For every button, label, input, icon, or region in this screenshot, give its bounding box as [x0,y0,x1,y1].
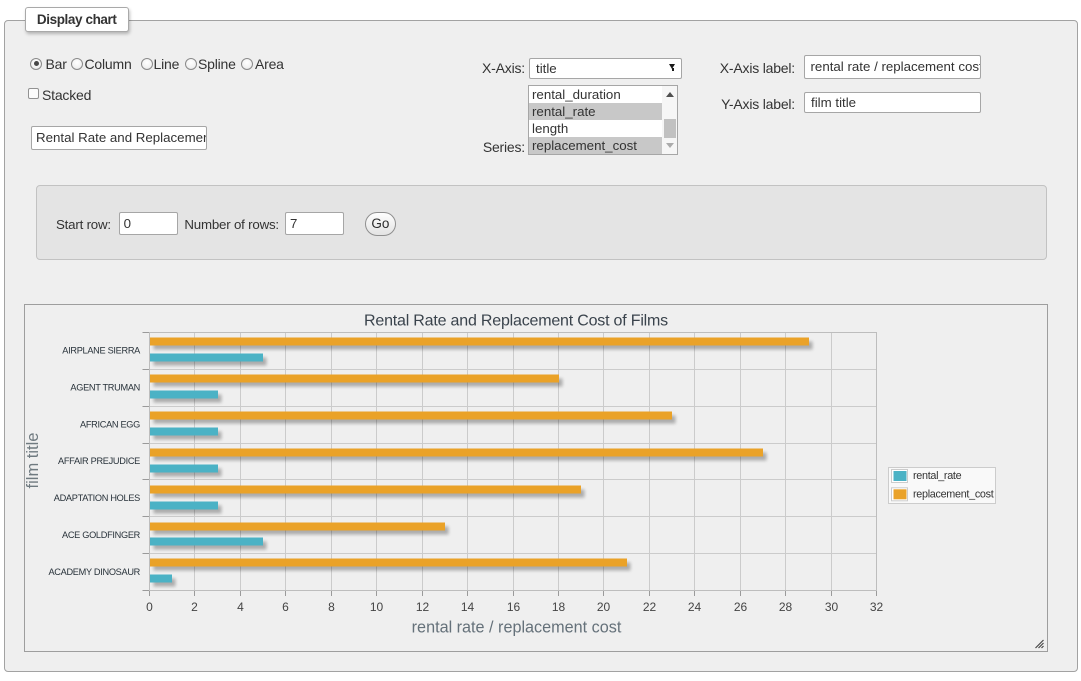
svg-text:AGENT TRUMAN: AGENT TRUMAN [70,382,140,392]
svg-text:18: 18 [552,600,566,614]
svg-text:26: 26 [734,600,748,614]
svg-text:28: 28 [779,600,793,614]
svg-text:AFFAIR PREJUDICE: AFFAIR PREJUDICE [58,456,140,466]
svg-text:replacement_cost: replacement_cost [913,488,994,500]
svg-text:2: 2 [191,600,198,614]
svg-text:6: 6 [282,600,289,614]
svg-text:8: 8 [328,600,335,614]
svg-text:32: 32 [870,600,884,614]
svg-text:ADAPTATION HOLES: ADAPTATION HOLES [54,493,140,503]
svg-text:AFRICAN EGG: AFRICAN EGG [80,419,140,429]
svg-text:AIRPLANE SIERRA: AIRPLANE SIERRA [62,345,141,355]
svg-text:30: 30 [825,600,839,614]
svg-text:4: 4 [237,600,244,614]
svg-text:12: 12 [416,600,430,614]
svg-text:rental rate / replacement cost: rental rate / replacement cost [412,618,622,636]
svg-text:Rental Rate and Replacement Co: Rental Rate and Replacement Cost of Film… [364,312,668,329]
svg-text:16: 16 [507,600,521,614]
svg-text:14: 14 [461,600,475,614]
svg-text:rental_rate: rental_rate [913,470,962,482]
svg-text:22: 22 [643,600,657,614]
svg-text:film title: film title [25,432,42,488]
svg-text:20: 20 [597,600,611,614]
svg-text:0: 0 [146,600,153,614]
svg-text:24: 24 [688,600,702,614]
svg-text:10: 10 [370,600,384,614]
svg-text:ACE GOLDFINGER: ACE GOLDFINGER [62,529,141,539]
svg-text:ACADEMY DINOSAUR: ACADEMY DINOSAUR [48,566,140,576]
